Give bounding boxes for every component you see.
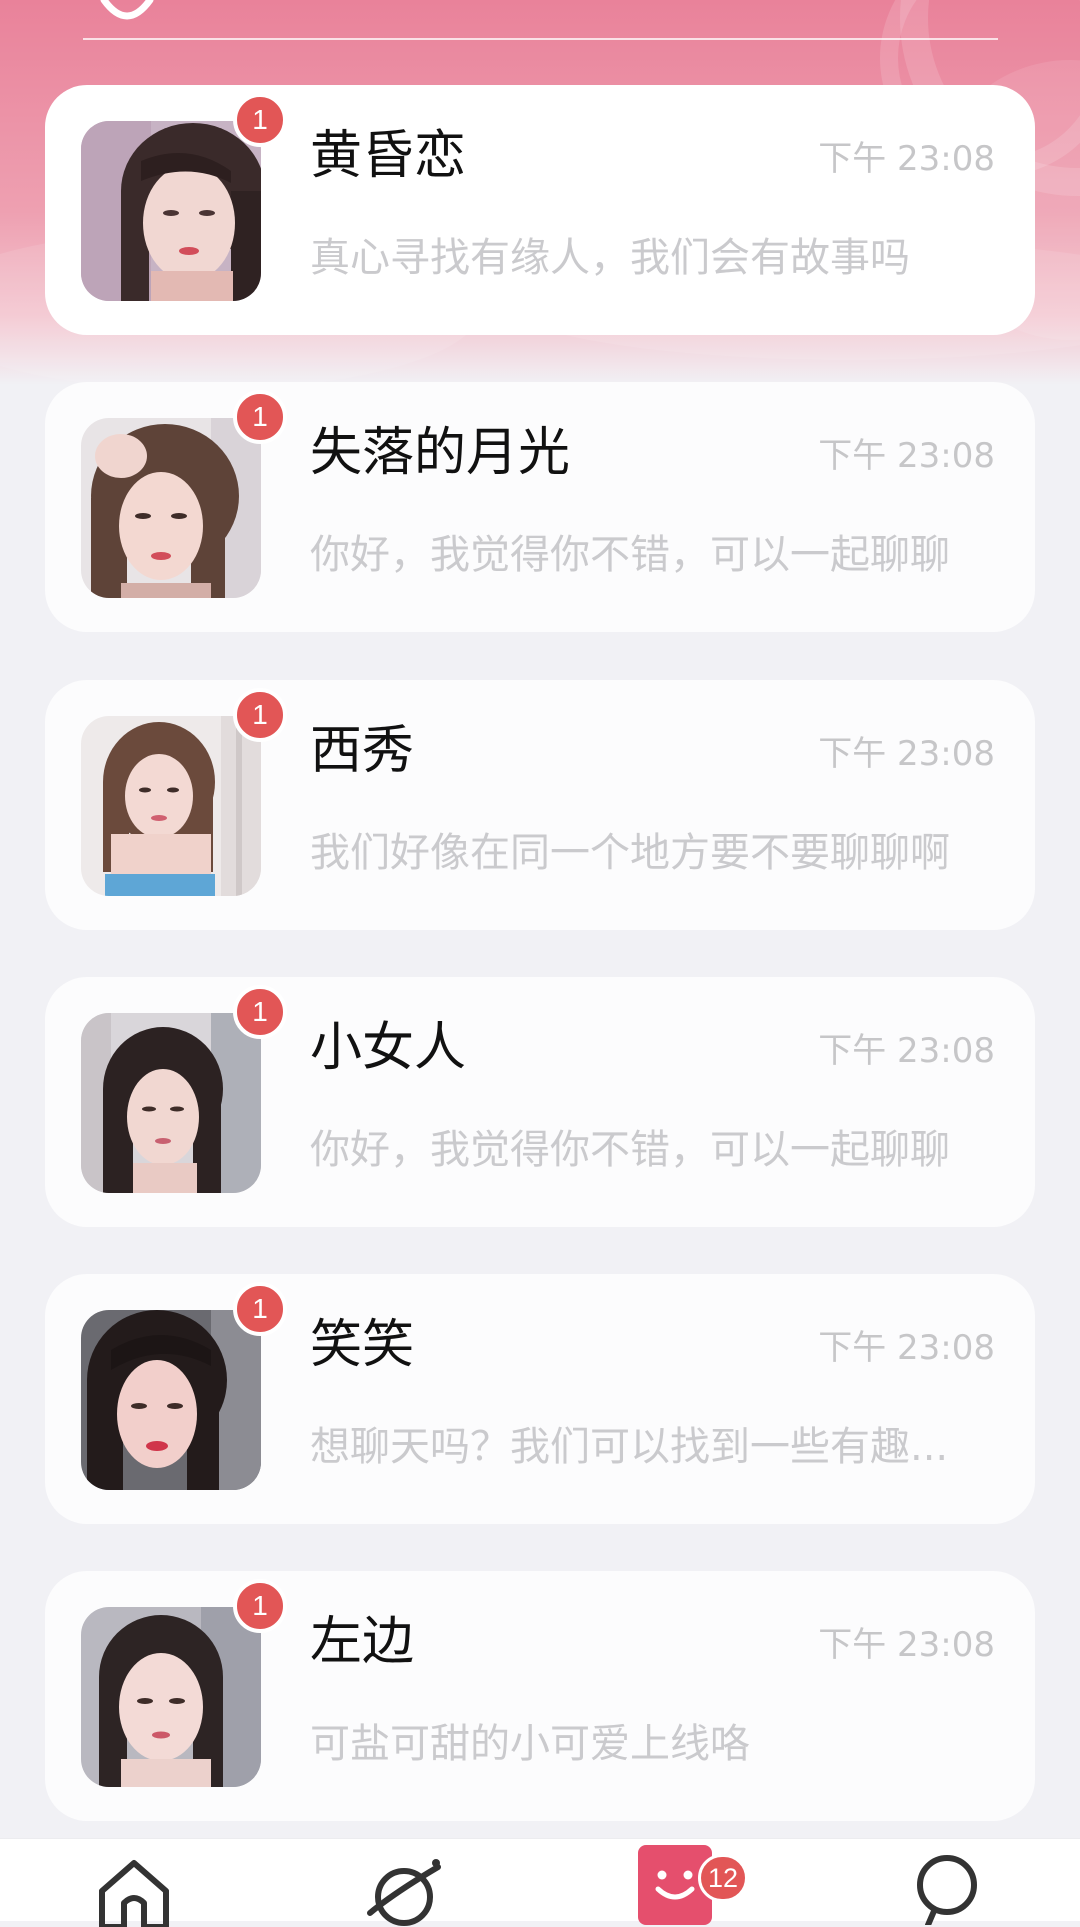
message-preview: 你好，我觉得你不错，可以一起聊聊: [310, 532, 950, 578]
conversation-card[interactable]: 1 左边 下午 23:08 可盐可甜的小可爱上线咯: [45, 1571, 1035, 1821]
tab-home[interactable]: [0, 1839, 270, 1927]
contact-name: 失落的月光: [310, 423, 571, 483]
unread-badge: 1: [233, 688, 287, 742]
bottom-tab-bar: [0, 1838, 1080, 1927]
message-preview: 我们好像在同一个地方要不要聊聊啊: [310, 830, 950, 876]
planet-icon: [367, 1859, 441, 1926]
unread-badge: 1: [233, 93, 287, 147]
unread-badge: 1: [233, 1579, 287, 1633]
unread-badge: 1: [233, 1282, 287, 1336]
avatar[interactable]: [81, 716, 261, 896]
smile-icon: [100, 0, 154, 36]
avatar[interactable]: [81, 418, 261, 598]
contact-name: 小女人: [310, 1018, 467, 1078]
contact-name: 笑笑: [310, 1315, 415, 1375]
avatar[interactable]: [81, 1013, 261, 1193]
unread-badge: 1: [233, 390, 287, 444]
message-preview: 想聊天吗？我们可以找到一些有趣...: [310, 1424, 949, 1470]
message-preview: 可盐可甜的小可爱上线咯: [310, 1721, 750, 1767]
message-preview: 真心寻找有缘人，我们会有故事吗: [310, 235, 910, 281]
avatar[interactable]: [81, 1310, 261, 1490]
messages-badge: 12: [698, 1854, 748, 1902]
tab-discover[interactable]: [270, 1839, 540, 1926]
message-preview: 你好，我觉得你不错，可以一起聊聊: [310, 1127, 950, 1173]
avatar[interactable]: [81, 121, 261, 301]
message-time: 下午 23:08: [818, 1625, 995, 1665]
contact-name: 黄昏恋: [310, 126, 467, 186]
conversation-card[interactable]: 1 失落的月光 下午 23:08 你好，我觉得你不错，可以一起聊聊: [45, 382, 1035, 632]
conversation-card[interactable]: 1 小女人 下午 23:08 你好，我觉得你不错，可以一起聊聊: [45, 977, 1035, 1227]
message-time: 下午 23:08: [818, 139, 995, 179]
message-time: 下午 23:08: [818, 436, 995, 476]
profile-icon: [917, 1855, 977, 1925]
tab-messages[interactable]: [540, 1839, 810, 1925]
message-time: 下午 23:08: [818, 734, 995, 774]
conversation-card[interactable]: 1 笑笑 下午 23:08 想聊天吗？我们可以找到一些有趣...: [45, 1274, 1035, 1524]
header-divider: [83, 38, 998, 40]
contact-name: 西秀: [310, 721, 415, 781]
avatar[interactable]: [81, 1607, 261, 1787]
message-time: 下午 23:08: [818, 1031, 995, 1071]
conversation-card[interactable]: 1 黄昏恋 下午 23:08 真心寻找有缘人，我们会有故事吗: [45, 85, 1035, 335]
contact-name: 左边: [310, 1612, 415, 1672]
conversation-card[interactable]: 1 西秀 下午 23:08 我们好像在同一个地方要不要聊聊啊: [45, 680, 1035, 930]
message-time: 下午 23:08: [818, 1328, 995, 1368]
home-icon: [99, 1860, 169, 1927]
tab-profile[interactable]: [810, 1839, 1080, 1925]
unread-badge: 1: [233, 985, 287, 1039]
